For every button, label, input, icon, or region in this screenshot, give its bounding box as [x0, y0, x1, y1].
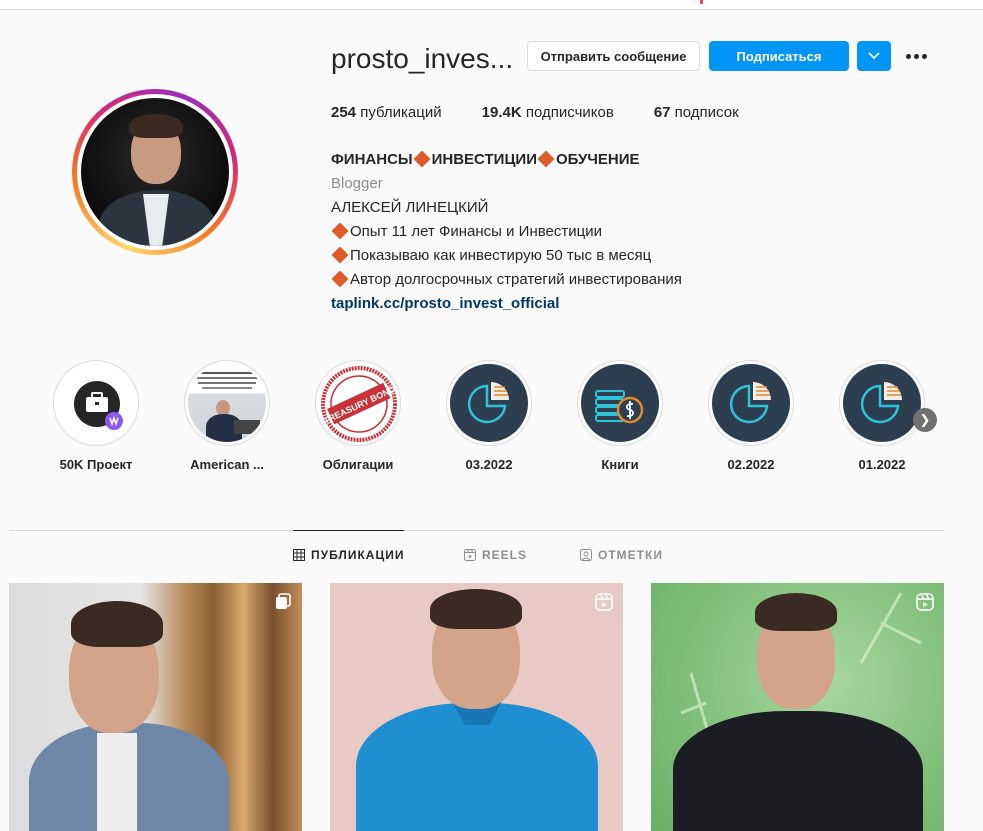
reels-icon	[595, 593, 613, 611]
more-dot-icon	[914, 53, 919, 59]
coins-dollar-icon	[595, 390, 644, 424]
grid-icon	[293, 549, 305, 561]
pie-chart-icon	[467, 382, 509, 424]
chevron-right-icon: ❯	[919, 412, 931, 427]
chevron-down-icon	[868, 52, 880, 60]
profile-stats: 254 публикаций 19.4K подписчиков 67 подп…	[331, 104, 779, 121]
tab-posts[interactable]: ПУБЛИКАЦИИ	[293, 548, 404, 562]
send-message-button[interactable]: Отправить сообщение	[527, 41, 700, 71]
diamond-icon	[331, 270, 349, 288]
profile-bio: ФИНАНСЫ ИНВЕСТИЦИИ ОБУЧЕНИЕ Blogger АЛЕКСЕ…	[331, 148, 682, 316]
highlight-american[interactable]: American ...	[182, 360, 272, 472]
photo-thumbnail	[188, 364, 266, 442]
diamond-icon	[331, 222, 349, 240]
bio-line: АЛЕКСЕЙ ЛИНЕЦКИЙ	[331, 199, 489, 216]
notification-dot	[700, 0, 703, 4]
profile-link[interactable]: taplink.cc/prosto_invest_official	[331, 292, 682, 316]
profile-category: Blogger	[331, 175, 383, 192]
post-figure-hair	[430, 589, 522, 629]
tab-reels[interactable]: REELS	[464, 548, 527, 562]
post-thumbnail[interactable]	[330, 583, 623, 831]
avatar-hair	[129, 114, 183, 138]
story-highlights: 50K Проект American ... TREASURY BOND Об…	[51, 360, 937, 480]
highlight-bonds[interactable]: TREASURY BOND Облигации	[313, 360, 403, 472]
pie-chart-icon	[729, 382, 771, 424]
suggested-dropdown-button[interactable]	[857, 41, 891, 71]
carousel-icon	[276, 593, 291, 609]
username: prosto_inves...	[331, 43, 514, 74]
briefcase-icon	[74, 381, 123, 430]
reels-icon	[916, 593, 934, 611]
more-options-button[interactable]	[906, 49, 934, 63]
tabs-divider	[9, 530, 944, 531]
highlight-03-2022[interactable]: 03.2022	[444, 360, 534, 472]
post-figure-body	[673, 711, 923, 831]
highlight-50k-project[interactable]: 50K Проект	[51, 360, 141, 472]
post-figure-hair	[71, 601, 163, 647]
post-figure-hair	[755, 593, 837, 631]
highlight-02-2022[interactable]: 02.2022	[706, 360, 796, 472]
browser-top-edge	[0, 0, 983, 10]
posts-count: 254 публикаций	[331, 104, 442, 121]
bio-line: Автор долгосрочных стратегий инвестирова…	[331, 268, 682, 292]
tab-tagged[interactable]: ОТМЕТКИ	[580, 548, 663, 562]
highlight-books[interactable]: Книги	[575, 360, 665, 472]
bio-line: Показываю как инвестирую 50 тыс в месяц	[331, 244, 682, 268]
avatar-photo	[81, 98, 229, 246]
tagged-icon	[580, 549, 592, 561]
post-thumbnail[interactable]	[651, 583, 944, 831]
bio-line: Опыт 11 лет Финансы и Инвестиции	[331, 220, 682, 244]
followers-count[interactable]: 19.4K подписчиков	[482, 104, 614, 121]
post-thumbnail[interactable]	[9, 583, 302, 831]
active-tab-indicator	[293, 530, 404, 531]
profile-tabs: ПУБЛИКАЦИИ REELS ОТМЕТКИ	[0, 548, 983, 568]
highlights-next-button[interactable]: ❯	[913, 408, 937, 432]
more-dot-icon	[906, 53, 911, 59]
avatar-border	[77, 94, 233, 250]
treasury-bond-stamp: TREASURY BOND	[321, 366, 397, 442]
reels-icon	[464, 549, 476, 561]
following-count[interactable]: 67 подписок	[654, 104, 739, 121]
diamond-icon	[537, 150, 555, 168]
pie-chart-icon	[860, 382, 902, 424]
diamond-icon	[331, 246, 349, 264]
profile-full-name: ФИНАНСЫ ИНВЕСТИЦИИ ОБУЧЕНИЕ	[331, 150, 640, 168]
more-dot-icon	[922, 53, 927, 59]
diamond-icon	[413, 150, 431, 168]
profile-avatar[interactable]	[72, 89, 238, 255]
post-figure-shirt	[97, 733, 137, 831]
subscribe-button[interactable]: Подписаться	[709, 41, 849, 71]
